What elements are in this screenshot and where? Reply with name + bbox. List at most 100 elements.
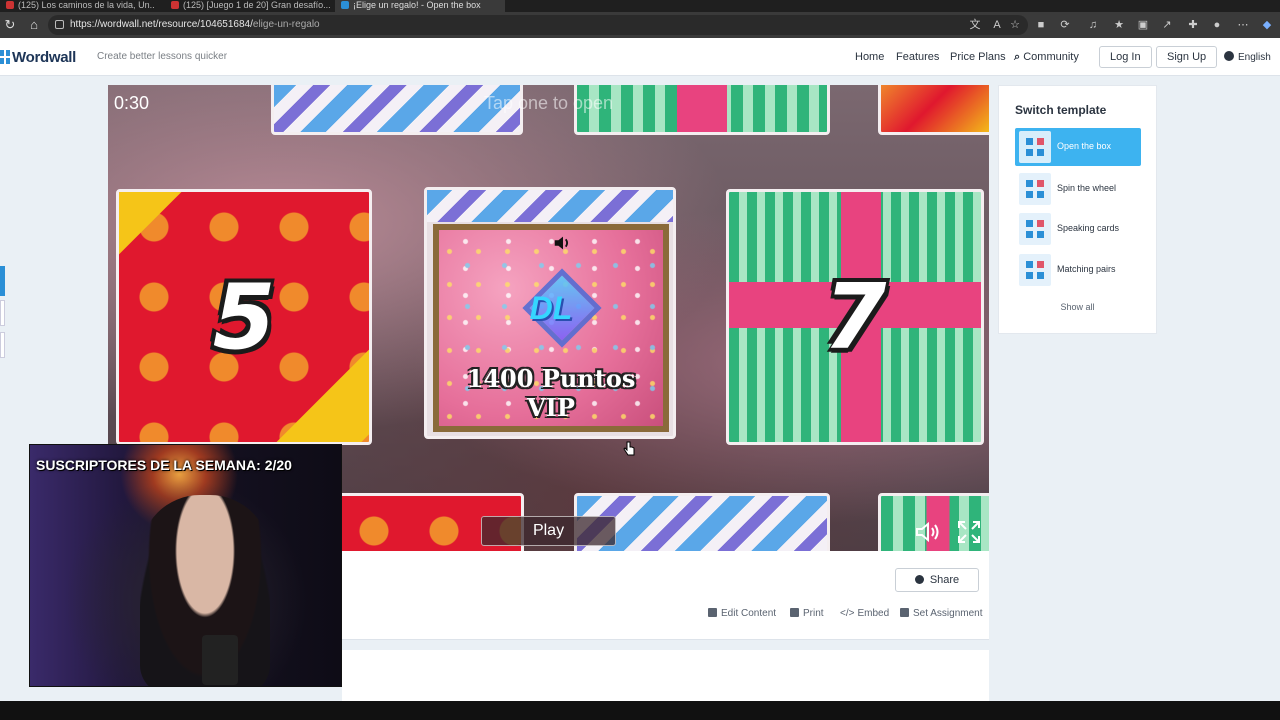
- template-speaking-cards[interactable]: Speaking cards: [1015, 210, 1141, 248]
- url-host: https://wordwall.net/resource/104651684/: [70, 19, 253, 30]
- switch-template-panel: Switch template Open the box Spin the wh…: [998, 85, 1157, 334]
- print-label: Print: [803, 608, 824, 619]
- refresh-icon[interactable]: ↻: [2, 17, 18, 33]
- template-open-the-box[interactable]: Open the box: [1015, 128, 1141, 166]
- wordwall-favicon-icon: [341, 1, 349, 9]
- browser-tab-active[interactable]: ¡Elige un regalo! - Open the box: [335, 0, 505, 12]
- play-button[interactable]: Play: [481, 516, 616, 546]
- template-matching-pairs[interactable]: Matching pairs: [1015, 251, 1141, 289]
- open-the-box-icon: [1019, 131, 1051, 163]
- nav-price-plans[interactable]: Price Plans: [950, 51, 1006, 63]
- embed-label: Embed: [857, 608, 890, 619]
- speaker-icon[interactable]: [552, 232, 574, 254]
- prize-logo-text: DL: [529, 290, 573, 326]
- signup-button[interactable]: Sign Up: [1156, 46, 1218, 68]
- media-icon[interactable]: ♫: [1086, 18, 1100, 32]
- globe-icon: [914, 575, 924, 584]
- browser-tab[interactable]: (125) [Juego 1 de 20] Gran desafío...: [165, 0, 330, 12]
- template-spin-the-wheel[interactable]: Spin the wheel: [1015, 170, 1141, 208]
- assignment-icon: [900, 608, 909, 617]
- template-label: Open the box: [1057, 141, 1112, 151]
- share-button[interactable]: Share: [895, 568, 979, 592]
- globe-icon: [1224, 51, 1234, 61]
- pencil-icon: [708, 608, 717, 617]
- tab-label: (125) Los caminos de la vida, Un...: [18, 0, 155, 10]
- template-label: Spin the wheel: [1057, 183, 1117, 193]
- language-selector[interactable]: English: [1224, 51, 1271, 63]
- share-label: Share: [929, 574, 960, 586]
- home-icon[interactable]: ⌂: [26, 17, 42, 33]
- speaking-cards-icon: [1019, 213, 1051, 245]
- game-instruction: Tap one to open: [483, 93, 614, 113]
- embed-link[interactable]: </> Embed: [840, 608, 889, 619]
- login-button[interactable]: Log In: [1099, 46, 1152, 68]
- nav-features[interactable]: Features: [896, 51, 939, 63]
- search-icon: ⌕: [1014, 51, 1024, 63]
- gift-box-5[interactable]: 5: [116, 189, 372, 445]
- edit-label: Edit Content: [721, 608, 777, 619]
- code-icon: </>: [840, 608, 855, 619]
- switch-template-title: Switch template: [1015, 103, 1107, 117]
- fullscreen-icon[interactable]: [956, 519, 982, 545]
- side-tab[interactable]: [0, 332, 5, 358]
- edit-content-link[interactable]: Edit Content: [708, 608, 776, 619]
- volume-icon[interactable]: [914, 519, 940, 545]
- nav-community-label: Community: [1023, 51, 1079, 63]
- nav-home[interactable]: Home: [855, 51, 884, 63]
- share-icon[interactable]: ↗: [1160, 18, 1174, 32]
- side-tab[interactable]: [0, 266, 5, 296]
- copilot-icon[interactable]: ◆: [1260, 18, 1274, 32]
- url-path: elige-un-regalo: [252, 19, 320, 30]
- set-assignment-link[interactable]: Set Assignment: [900, 608, 982, 619]
- content-card: [342, 650, 989, 702]
- gift-number: 5: [212, 264, 276, 370]
- microphone: [202, 635, 238, 685]
- gift-box-7[interactable]: 7: [726, 189, 984, 445]
- youtube-favicon-icon: [171, 1, 179, 9]
- side-tab[interactable]: [0, 300, 5, 326]
- browser-tab[interactable]: (125) Los caminos de la vida, Un...: [0, 0, 155, 12]
- extension-icon[interactable]: ■: [1034, 18, 1048, 32]
- favorite-star-icon[interactable]: ☆: [1008, 18, 1022, 32]
- tab-label: ¡Elige un regalo! - Open the box: [353, 0, 481, 10]
- collections-icon[interactable]: ▣: [1136, 18, 1150, 32]
- spin-the-wheel-icon: [1019, 173, 1051, 205]
- tagline: Create better lessons quicker: [97, 51, 228, 62]
- read-aloud-icon[interactable]: A: [990, 18, 1004, 32]
- prize-text: 1400 Puntos VIP: [466, 364, 636, 422]
- resource-actions-panel: Share Edit Content Print </> Embed Set As…: [342, 551, 989, 640]
- assignment-label: Set Assignment: [913, 608, 983, 619]
- box-lid: [427, 190, 673, 222]
- gift-number: 7: [823, 264, 887, 370]
- profile-avatar-icon[interactable]: ●: [1210, 18, 1224, 32]
- taskbar: [0, 701, 1280, 720]
- site-header: Wordwall Create better lessons quicker H…: [0, 38, 1280, 76]
- show-all-link[interactable]: Show all: [999, 302, 1156, 312]
- print-link[interactable]: Print: [790, 608, 824, 619]
- nav-community[interactable]: ⌕ Community: [1014, 51, 1079, 64]
- wordwall-logo[interactable]: Wordwall: [0, 47, 76, 67]
- lock-icon: [55, 20, 64, 29]
- refresh-extension-icon[interactable]: ⟳: [1058, 18, 1072, 32]
- tab-label: (125) [Juego 1 de 20] Gran desafío...: [183, 0, 330, 10]
- address-bar: ↻ ⌂ https://wordwall.net/resource/104651…: [0, 12, 1280, 38]
- more-menu-icon[interactable]: ⋯: [1236, 18, 1250, 32]
- logo-mark-icon: [0, 50, 10, 64]
- template-label: Matching pairs: [1057, 264, 1116, 274]
- browser-tab-strip: (125) Los caminos de la vida, Un... (125…: [0, 0, 1280, 12]
- hand-cursor-icon: [623, 441, 635, 456]
- extensions-icon[interactable]: ✚: [1186, 18, 1200, 32]
- url-field[interactable]: https://wordwall.net/resource/104651684/…: [48, 15, 1028, 35]
- url-text: https://wordwall.net/resource/104651684/…: [70, 18, 320, 32]
- language-label: English: [1238, 52, 1271, 63]
- box-interior: DL 1400 Puntos VIP: [433, 224, 669, 432]
- subscribers-counter: SUSCRIPTORES DE LA SEMANA: 2/20: [36, 457, 292, 473]
- opened-gift-box[interactable]: DL 1400 Puntos VIP: [424, 187, 676, 439]
- template-label: Speaking cards: [1057, 223, 1120, 233]
- translate-icon[interactable]: 文: [968, 18, 982, 32]
- printer-icon: [790, 608, 799, 617]
- logo-text: Wordwall: [12, 48, 76, 66]
- matching-pairs-icon: [1019, 254, 1051, 286]
- webcam-overlay: SUSCRIPTORES DE LA SEMANA: 2/20: [29, 444, 342, 687]
- favorites-icon[interactable]: ★: [1112, 18, 1126, 32]
